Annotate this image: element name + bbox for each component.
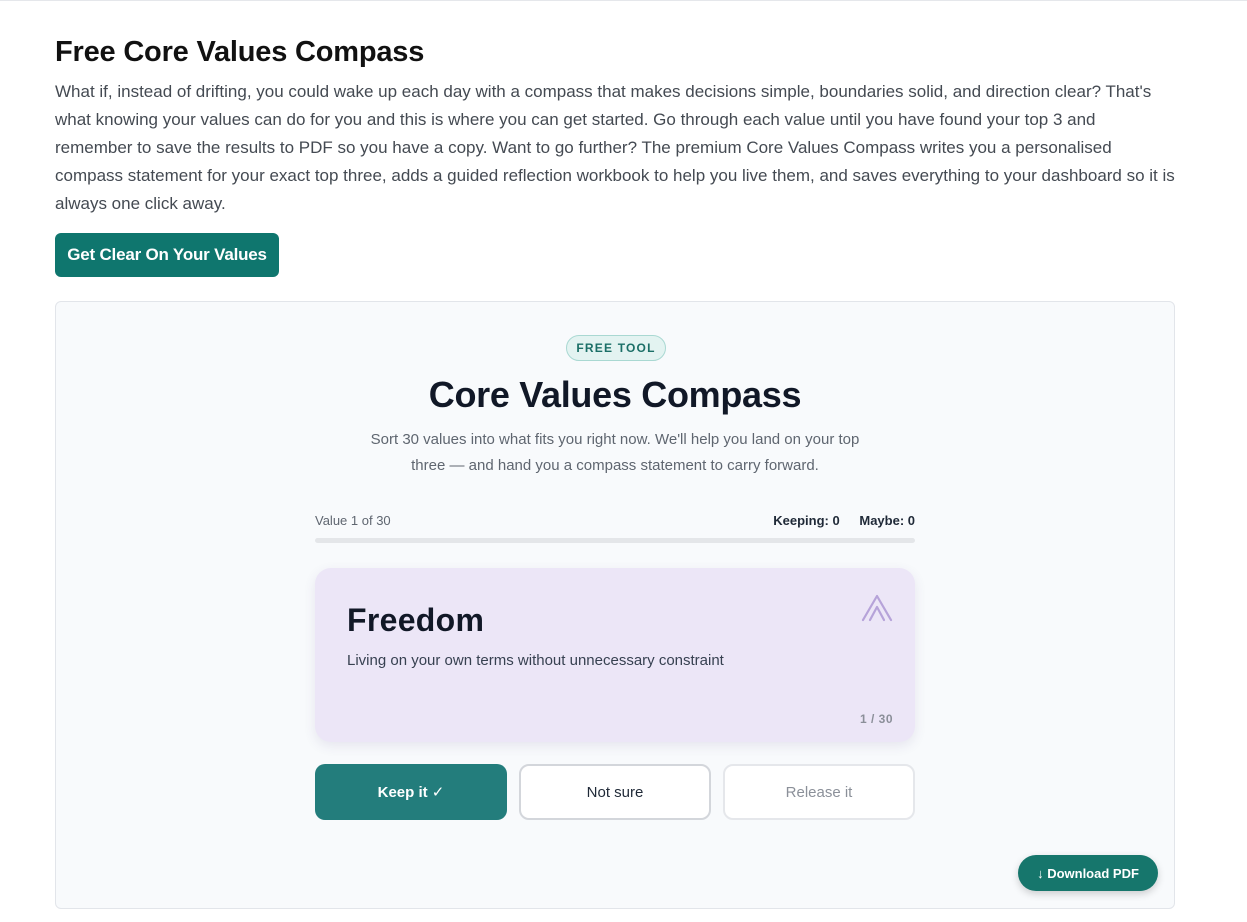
tool-subtitle: Sort 30 values into what fits you right … — [370, 431, 860, 474]
value-card: Freedom Living on your own terms without… — [315, 568, 915, 742]
keep-button[interactable]: Keep it ✓ — [315, 764, 507, 820]
progress-bar — [315, 538, 915, 543]
tally-counts: Keeping: 0 Maybe: 0 — [757, 513, 915, 528]
progress-label: Value 1 of 30 — [315, 513, 391, 528]
progress-meta: Value 1 of 30 Keeping: 0 Maybe: 0 — [315, 513, 915, 531]
value-description: Living on your own terms without unneces… — [347, 652, 724, 669]
tool-title: Core Values Compass — [428, 374, 802, 415]
values-compass-tool: FREE TOOL Core Values Compass Sort 30 va… — [55, 301, 1175, 909]
get-clear-button[interactable]: Get Clear On Your Values — [55, 233, 279, 277]
release-button[interactable]: Release it — [723, 764, 915, 820]
intro-paragraph: What if, instead of drifting, you could … — [55, 82, 1175, 213]
maybe-count: Maybe: 0 — [859, 513, 915, 528]
value-name: Freedom — [347, 602, 485, 638]
not-sure-button[interactable]: Not sure — [519, 764, 711, 820]
free-tool-badge: FREE TOOL — [566, 335, 666, 361]
download-pdf-button[interactable]: ↓ Download PDF — [1018, 855, 1158, 891]
page-title: Free Core Values Compass — [55, 36, 425, 68]
top-divider — [0, 0, 1247, 1]
card-counter: 1 / 30 — [859, 712, 893, 726]
double-chevron-up-icon — [861, 594, 893, 622]
keeping-count: Keeping: 0 — [773, 513, 840, 528]
